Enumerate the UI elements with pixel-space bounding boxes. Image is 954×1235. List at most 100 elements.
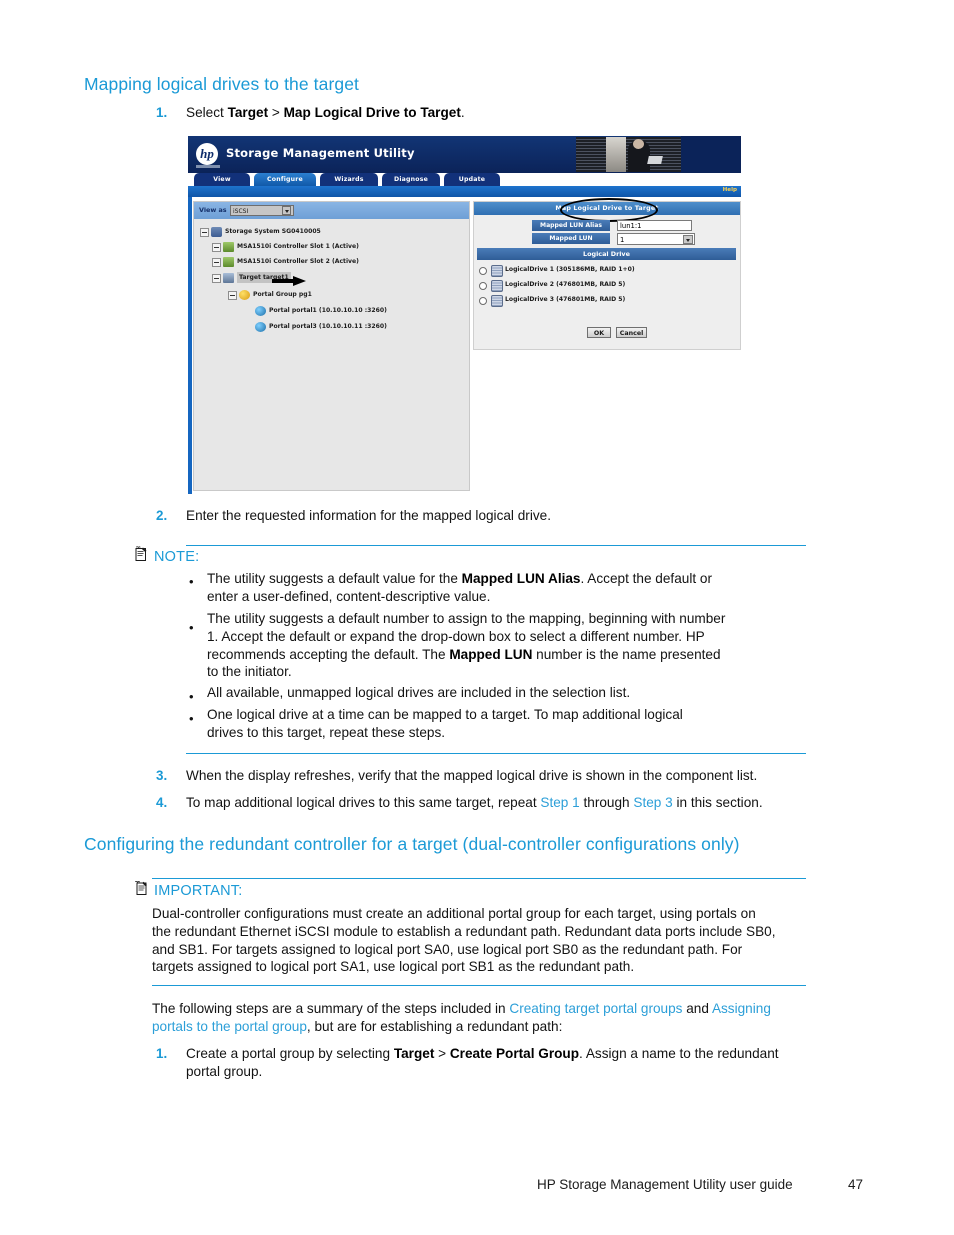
- link-creating-target-portal-groups[interactable]: Creating target portal groups: [509, 1001, 682, 1016]
- app-title: Storage Management Utility: [226, 146, 415, 160]
- step-5-number: 1.: [156, 1046, 168, 1061]
- app-banner: hp Storage Management Utility: [188, 136, 741, 173]
- step-3-text: When the display refreshes, verify that …: [186, 768, 758, 783]
- note-b1-pre: The utility suggests a default value for…: [207, 571, 462, 586]
- step-5-bold-menu: Create Portal Group: [449, 1046, 580, 1061]
- app-tabstrip: View Configure Wizards Diagnose Update: [188, 173, 741, 187]
- view-as-bar: View as iSCSI: [194, 202, 469, 219]
- storage-system-icon: [211, 227, 222, 237]
- expander-icon[interactable]: [228, 291, 237, 300]
- banner-photo-image: [576, 137, 681, 172]
- portal-group-icon: [239, 290, 250, 300]
- summary-pre: The following steps are a summary of the…: [152, 1001, 510, 1016]
- tab-update[interactable]: Update: [444, 173, 500, 186]
- tree-node-label: MSA1510i Controller Slot 2 (Active): [237, 258, 359, 265]
- step-1-bold-target: Target: [227, 105, 269, 120]
- note-bullet-4: One logical drive at a time can be mappe…: [207, 706, 683, 742]
- tab-diagnose[interactable]: Diagnose: [382, 173, 440, 186]
- tree-node-label: Portal Group pg1: [253, 291, 312, 298]
- application-screenshot: hp Storage Management Utility View Confi…: [188, 136, 741, 494]
- logical-drive-icon: [491, 265, 503, 277]
- note-b4-line2: drives to this target, repeat these step…: [207, 724, 446, 740]
- component-tree-panel: View as iSCSI Storage System SG0410005 M…: [193, 201, 470, 491]
- step-5-text: Create a portal group by selecting Targe…: [186, 1045, 779, 1081]
- link-step-1[interactable]: Step 1: [540, 795, 579, 810]
- tree-node-label: MSA1510i Controller Slot 1 (Active): [237, 243, 359, 250]
- chevron-down-icon[interactable]: [282, 206, 291, 215]
- link-step-3[interactable]: Step 3: [633, 795, 672, 810]
- target-icon: [223, 273, 234, 283]
- mapped-lun-select[interactable]: 1: [617, 233, 695, 245]
- note-rule-top: [186, 545, 806, 546]
- summary-paragraph: The following steps are a summary of the…: [152, 1000, 771, 1036]
- note-bullet-1: The utility suggests a default value for…: [207, 570, 712, 606]
- important-line-2: the redundant Ethernet iSCSI module to e…: [152, 923, 776, 939]
- link-assigning-portals-part2[interactable]: portals to the portal group: [152, 1019, 307, 1034]
- expander-icon[interactable]: [200, 228, 209, 237]
- tree-node-label: Portal portal1 (10.10.10.10 :3260): [269, 307, 387, 314]
- note-b2-bold: Mapped LUN: [449, 646, 533, 662]
- bullet-marker: •: [189, 574, 194, 589]
- step-5-pre: Create a portal group by selecting: [186, 1046, 394, 1061]
- note-b2-line1: The utility suggests a default number to…: [207, 611, 726, 626]
- left-rail: [188, 197, 192, 494]
- note-bullet-2: The utility suggests a default number to…: [207, 610, 725, 681]
- bullet-marker: •: [189, 711, 194, 726]
- mapped-lun-alias-input[interactable]: lun1:1: [617, 220, 692, 231]
- tree-node-label: Portal portal3 (10.10.10.11 :3260): [269, 323, 387, 330]
- footer-title: HP Storage Management Utility user guide: [537, 1177, 793, 1192]
- hp-logo-icon: hp: [196, 143, 218, 165]
- tab-wizards[interactable]: Wizards: [320, 173, 378, 186]
- expander-icon[interactable]: [212, 243, 221, 252]
- chevron-down-icon[interactable]: [683, 235, 693, 244]
- page-title: Mapping logical drives to the target: [84, 74, 360, 94]
- step-2-number: 2.: [156, 508, 168, 523]
- radio-icon[interactable]: [479, 267, 487, 275]
- radio-icon[interactable]: [479, 297, 487, 305]
- link-assigning-portals-part1[interactable]: Assigning: [712, 1001, 771, 1016]
- important-line-4: targets assigned to logical port SA1, us…: [152, 959, 635, 975]
- help-link[interactable]: Help: [723, 187, 737, 193]
- step-4-post: in this section.: [672, 795, 763, 810]
- step-4-mid: through: [579, 795, 634, 810]
- mapped-lun-alias-label: Mapped LUN Alias: [532, 220, 610, 231]
- page-title-2: Configuring the redundant controller for…: [84, 834, 740, 854]
- photo-aisle: [606, 137, 626, 172]
- important-icon: [134, 880, 147, 895]
- step-1-pre: Select: [186, 105, 228, 120]
- callout-ellipse: [560, 198, 658, 222]
- note-b1-bold: Mapped LUN Alias: [461, 571, 581, 586]
- note-b2-line4: to the initiator.: [207, 664, 292, 680]
- mapped-lun-value: 1: [620, 236, 625, 244]
- app-toolbar: [188, 186, 741, 197]
- expander-icon[interactable]: [212, 258, 221, 267]
- step-5-post: . Assign a name to the redundant: [579, 1046, 779, 1061]
- tab-view[interactable]: View: [194, 173, 250, 186]
- logical-drive-label: LogicalDrive 3 (476801MB, RAID 5): [505, 296, 626, 303]
- important-rule-bottom: [152, 985, 806, 986]
- expander-icon[interactable]: [212, 274, 221, 283]
- logical-drive-icon: [491, 280, 503, 292]
- step-1-mid: >: [268, 105, 284, 120]
- footer-page-number: 47: [848, 1177, 864, 1192]
- bullet-marker: •: [189, 689, 194, 704]
- important-line-3: and SB1. For targets assigned to logical…: [152, 941, 743, 957]
- bullet-marker: •: [189, 620, 194, 635]
- logical-drive-label: LogicalDrive 2 (476801MB, RAID 5): [505, 281, 626, 288]
- radio-icon[interactable]: [479, 282, 487, 290]
- photo-laptop: [647, 156, 663, 164]
- important-label: IMPORTANT:: [154, 883, 243, 899]
- step-1-bold-menu: Map Logical Drive to Target: [283, 105, 461, 120]
- app-content: View as iSCSI Storage System SG0410005 M…: [188, 197, 741, 494]
- step-1-text: Select Target > Map Logical Drive to Tar…: [186, 104, 465, 122]
- controller-icon: [223, 242, 234, 252]
- step-1-number: 1.: [156, 105, 168, 120]
- cancel-button[interactable]: Cancel: [616, 327, 647, 338]
- tab-configure[interactable]: Configure: [254, 173, 316, 186]
- callout-arrow-icon: [272, 276, 306, 286]
- note-label: NOTE:: [154, 549, 200, 565]
- ok-button[interactable]: OK: [587, 327, 611, 338]
- hp-logo-underline: [196, 165, 220, 168]
- tree-node-label: Storage System SG0410005: [225, 228, 321, 235]
- map-logical-drive-dialog: Map Logical Drive to Target Mapped LUN A…: [473, 198, 741, 350]
